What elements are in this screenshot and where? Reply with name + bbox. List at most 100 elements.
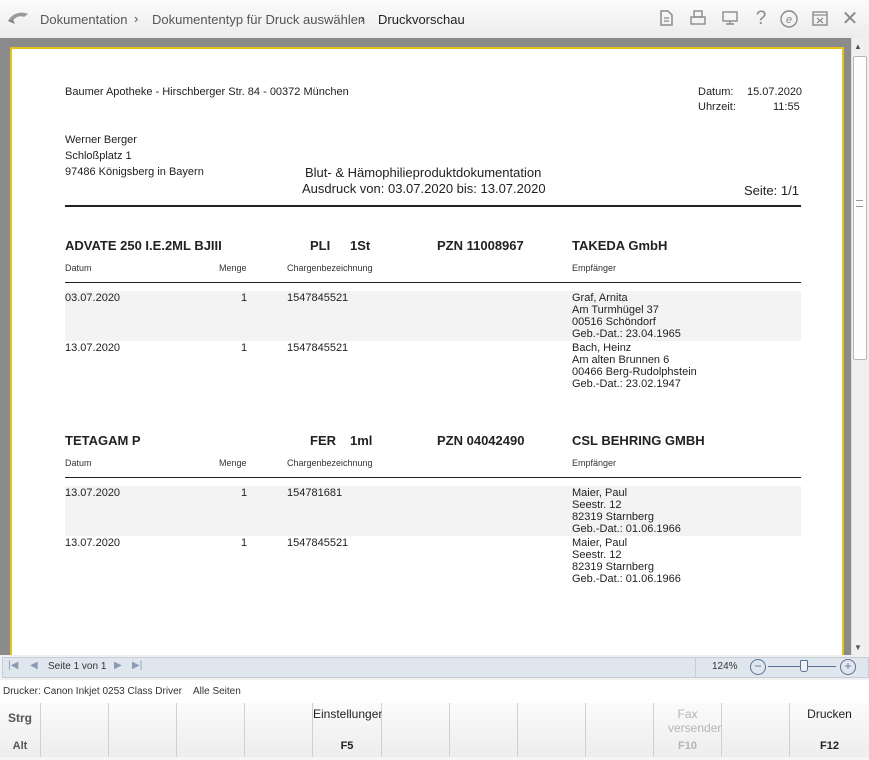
- breadcrumb-item-dokumententyp[interactable]: Dokumententyp für Druck auswählen: [152, 12, 365, 27]
- settings-button[interactable]: Einstellungen F5: [313, 703, 386, 757]
- product-name: ADVATE 250 I.E.2ML BJIII: [65, 238, 222, 253]
- grip-icon: [856, 200, 863, 207]
- recipient-street: Schloßplatz 1: [65, 150, 132, 162]
- close-icon[interactable]: ✕: [840, 9, 860, 29]
- settings-key: F5: [340, 740, 354, 752]
- col-header-recipient: Empfänger: [572, 263, 617, 273]
- row-qty: 1: [241, 292, 248, 304]
- document-icon[interactable]: [656, 9, 676, 29]
- row-qty: 1: [241, 537, 248, 549]
- fax-button[interactable]: Fax versenden F10: [654, 703, 725, 757]
- table-row: [65, 291, 801, 341]
- prev-page-icon[interactable]: ◀: [30, 660, 38, 671]
- help-icon[interactable]: ?: [751, 9, 771, 29]
- row-batch: 1547845521: [287, 342, 349, 354]
- date-value: 15.07.2020: [747, 86, 803, 98]
- printer-icon[interactable]: [688, 9, 708, 29]
- col-header-date: Datum: [65, 458, 92, 468]
- zoom-level: 124%: [712, 661, 738, 672]
- col-header-batch: Chargenbezeichnung: [287, 458, 373, 468]
- scroll-down-icon[interactable]: ▼: [854, 643, 862, 652]
- zoom-out-icon[interactable]: −: [750, 659, 766, 675]
- e-icon[interactable]: e: [779, 9, 799, 29]
- settings-label: Einstellungen: [313, 707, 386, 721]
- document-subtitle: Ausdruck von: 03.07.2020 bis: 13.07.2020: [302, 181, 546, 196]
- row-recipient-line: Bach, Heinz: [572, 342, 632, 354]
- breadcrumb-item-dokumentation[interactable]: Dokumentation: [40, 12, 127, 27]
- fkey-f7[interactable]: [450, 703, 518, 757]
- modifier-keys: Strg Alt: [0, 703, 41, 757]
- row-batch: 1547845521: [287, 292, 349, 304]
- document-page: Baumer Apotheke - Hirschberger Str. 84 -…: [10, 47, 844, 655]
- fkey-f2[interactable]: [109, 703, 177, 757]
- monitor-icon[interactable]: [720, 9, 740, 29]
- next-page-icon[interactable]: ▶: [114, 660, 122, 671]
- product-form: PLI: [310, 238, 331, 253]
- breadcrumb-separator: ›: [360, 11, 365, 26]
- row-recipient-line: 00466 Berg-Rudolphstein: [572, 366, 697, 378]
- col-header-recipient: Empfänger: [572, 458, 617, 468]
- row-recipient-line: Seestr. 12: [572, 499, 622, 511]
- breadcrumb-item-druckvorschau: Druckvorschau: [378, 12, 465, 27]
- alt-label: Alt: [12, 740, 28, 752]
- row-recipient-line: 82319 Starnberg: [572, 511, 654, 523]
- recipient-city: 97486 Königsberg in Bayern: [65, 166, 204, 178]
- first-page-icon[interactable]: |◀: [8, 660, 18, 671]
- table-divider: [65, 477, 801, 478]
- row-qty: 1: [241, 487, 248, 499]
- last-page-icon[interactable]: ▶|: [132, 660, 142, 671]
- fkey-f11[interactable]: [722, 703, 790, 757]
- col-header-batch: Chargenbezeichnung: [287, 263, 373, 273]
- row-recipient-line: Seestr. 12: [572, 549, 622, 561]
- printer-label[interactable]: Drucker: Canon Inkjet 0253 Class Driver: [3, 686, 182, 697]
- product-name: TETAGAM P: [65, 433, 141, 448]
- col-header-date: Datum: [65, 263, 92, 273]
- page-range[interactable]: Alle Seiten: [193, 686, 241, 697]
- row-recipient-line: Geb.-Dat.: 01.06.1966: [572, 573, 681, 585]
- print-button[interactable]: Drucken F12: [790, 703, 869, 757]
- fax-key: F10: [678, 740, 697, 752]
- recipient-name: Werner Berger: [65, 134, 137, 146]
- row-date: 13.07.2020: [65, 487, 121, 499]
- fkey-f6[interactable]: [382, 703, 450, 757]
- row-recipient-line: 82319 Starnberg: [572, 561, 654, 573]
- table-divider: [65, 282, 801, 283]
- product-form: FER: [310, 433, 336, 448]
- scrollbar-thumb[interactable]: [853, 56, 867, 360]
- top-bar: Dokumentation › Dokumententyp für Druck …: [0, 0, 869, 39]
- row-date: 03.07.2020: [65, 292, 121, 304]
- time-value: 11:55: [773, 101, 800, 113]
- product-pzn: PZN 11008967: [437, 238, 524, 253]
- row-recipient-line: Maier, Paul: [572, 487, 628, 499]
- row-recipient-line: Geb.-Dat.: 01.06.1966: [572, 523, 681, 535]
- row-batch: 154781681: [287, 487, 343, 499]
- fkey-f3[interactable]: [177, 703, 245, 757]
- zoom-in-icon[interactable]: +: [840, 659, 856, 675]
- back-icon[interactable]: [6, 9, 30, 29]
- fkey-f1[interactable]: [41, 703, 109, 757]
- document-title: Blut- & Hämophilieproduktdokumentation: [305, 165, 542, 180]
- row-recipient-line: Geb.-Dat.: 23.04.1965: [572, 328, 681, 340]
- row-recipient-line: Am alten Brunnen 6: [572, 354, 670, 366]
- fkey-f8[interactable]: [518, 703, 586, 757]
- time-label: Uhrzeit:: [698, 101, 736, 113]
- table-row: [65, 486, 801, 536]
- window-icon[interactable]: [810, 9, 830, 29]
- fax-label: Fax versenden: [668, 707, 725, 735]
- svg-text:e: e: [786, 14, 792, 26]
- strg-label: Strg: [8, 711, 32, 725]
- row-recipient-line: Maier, Paul: [572, 537, 628, 549]
- row-batch: 1547845521: [287, 537, 349, 549]
- row-recipient-line: 00516 Schöndorf: [572, 316, 656, 328]
- col-header-qty: Menge: [219, 458, 247, 468]
- fkey-f9[interactable]: [586, 703, 654, 757]
- product-maker: TAKEDA GmbH: [572, 238, 668, 253]
- row-recipient-line: Geb.-Dat.: 23.02.1947: [572, 378, 681, 390]
- preview-viewport[interactable]: Baumer Apotheke - Hirschberger Str. 84 -…: [0, 38, 851, 655]
- scroll-up-icon[interactable]: ▲: [854, 42, 862, 51]
- breadcrumb-separator: ›: [134, 11, 139, 26]
- zoom-slider-thumb[interactable]: [800, 660, 808, 672]
- print-label: Drucken: [807, 707, 852, 721]
- print-key: F12: [820, 740, 839, 752]
- fkey-f4[interactable]: [245, 703, 313, 757]
